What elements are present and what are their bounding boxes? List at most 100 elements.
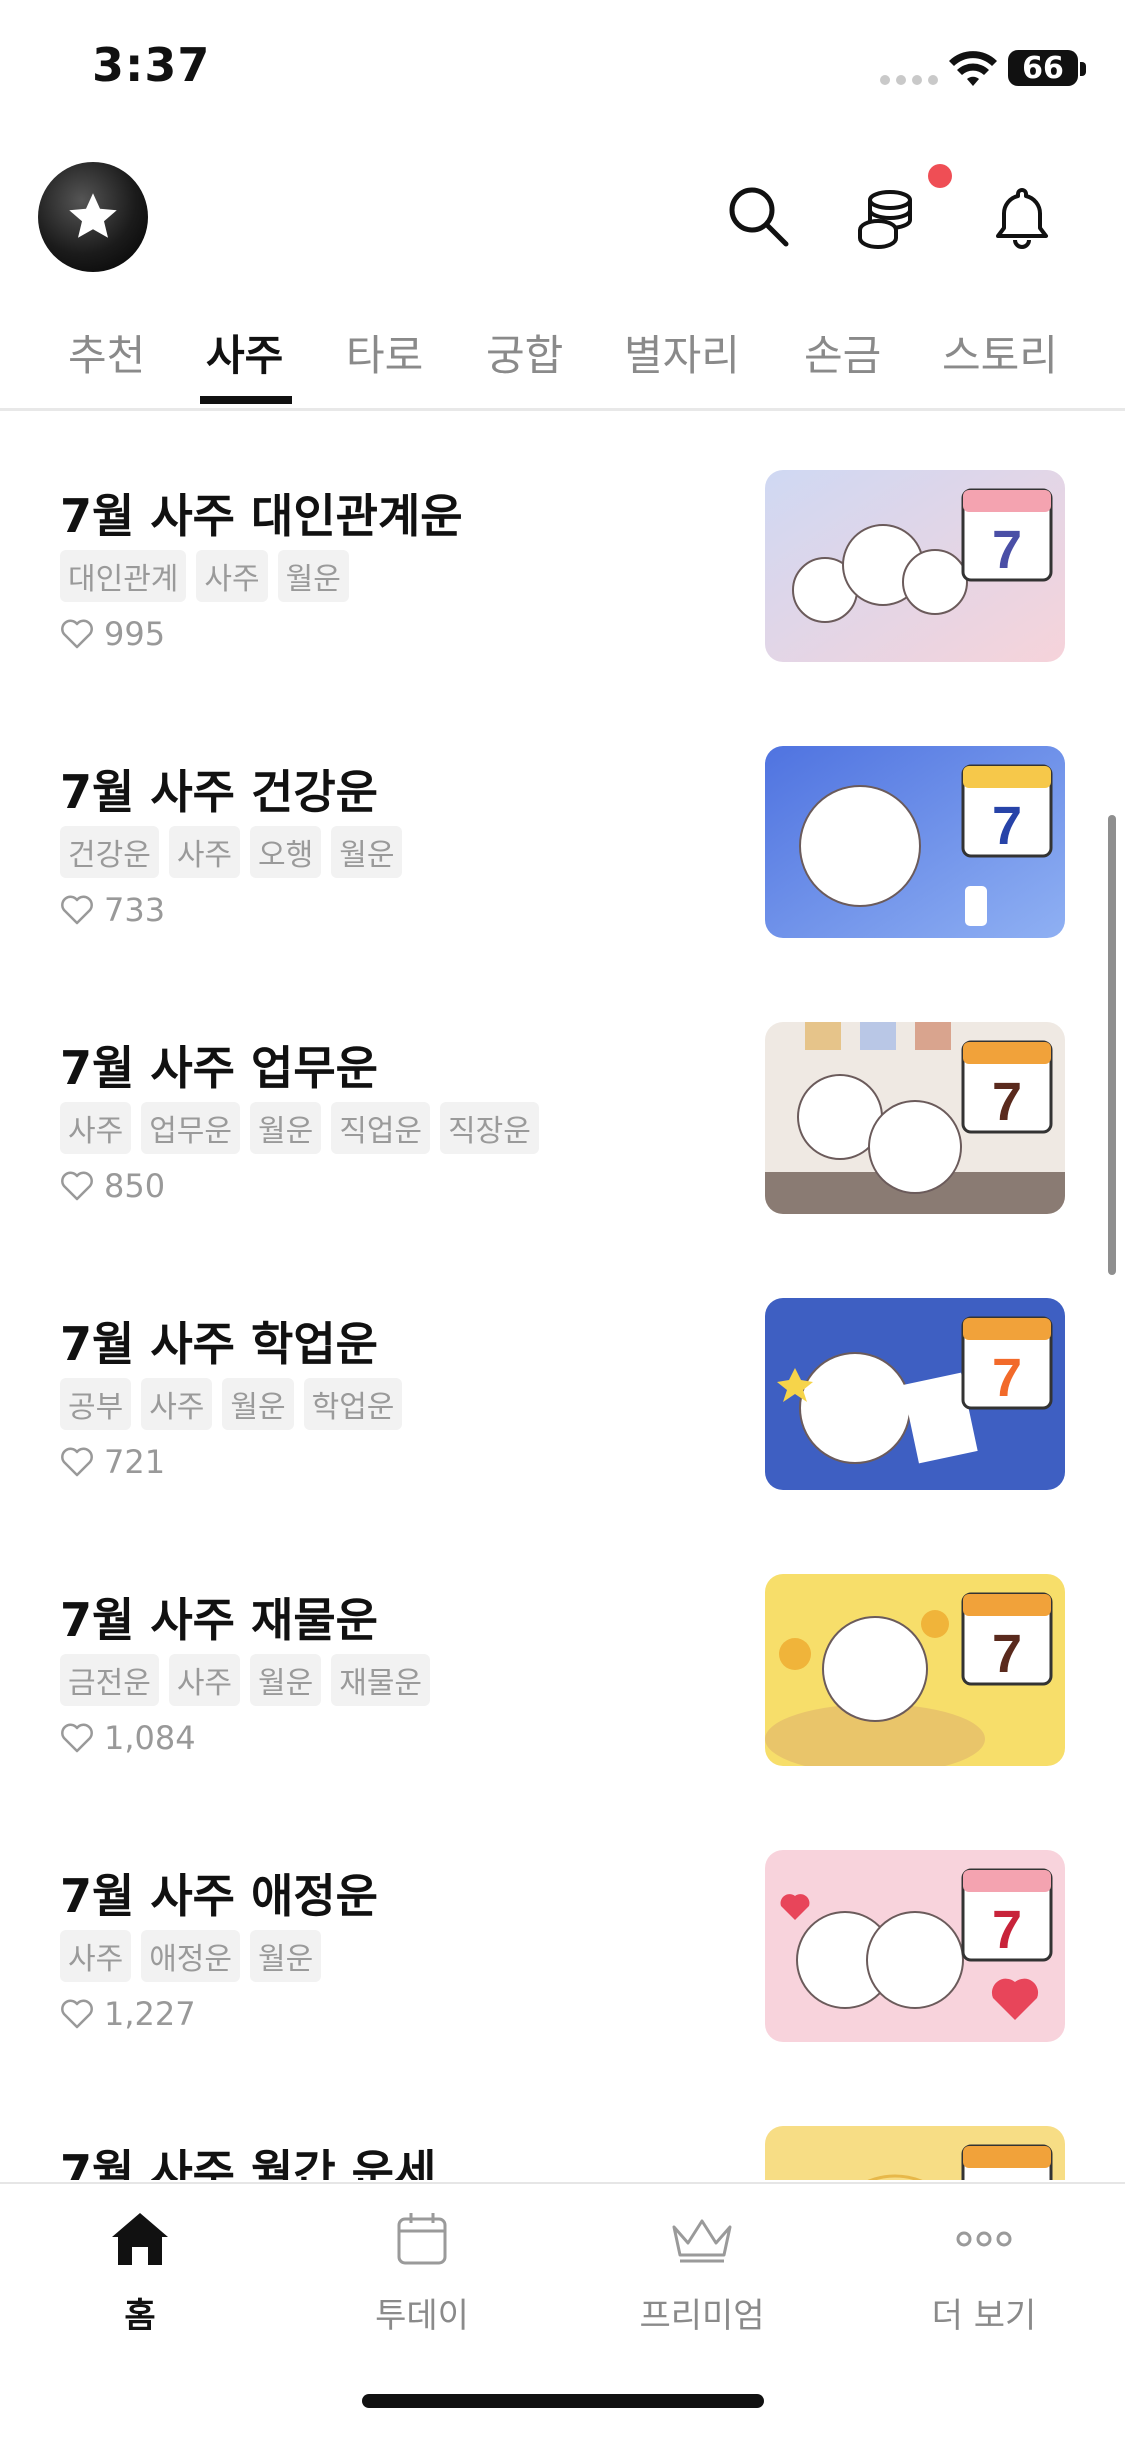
list-item[interactable]: 7월 사주 학업운 공부 사주 월운 학업운 721 7 [0, 1238, 1125, 1514]
active-tab-indicator [200, 396, 292, 404]
item-title: 7월 사주 월간 운세 [60, 2145, 437, 2180]
tag: 사주 [60, 1930, 132, 1982]
tag: 월운 [250, 1102, 322, 1154]
tag: 월운 [250, 1654, 322, 1706]
tag: 건강운 [60, 826, 159, 878]
calendar-icon [322, 2204, 522, 2274]
heart-icon [61, 1171, 93, 1201]
item-tags: 금전운 사주 월운 재물운 [60, 1654, 431, 1706]
item-tags: 사주 애정운 월운 [60, 1930, 322, 1982]
calendar-badge: 7 [992, 520, 1022, 580]
tag: 공부 [60, 1378, 132, 1430]
like-count-value: 733 [104, 891, 166, 929]
list-item[interactable]: 7월 사주 월간 운세 [0, 2066, 1125, 2180]
tag: 대인관계 [60, 550, 187, 602]
tab-palmistry[interactable]: 손금 [804, 322, 881, 383]
calendar-badge: 7 [992, 1348, 1022, 1408]
nav-label: 더 보기 [931, 2296, 1037, 2336]
tag: 사주 [60, 1102, 132, 1154]
star-badge-icon[interactable] [38, 162, 148, 272]
calendar-badge: 7 [992, 1900, 1022, 1960]
search-icon[interactable] [720, 178, 796, 254]
tag: 월운 [250, 1930, 322, 1982]
item-tags: 대인관계 사주 월운 [60, 550, 349, 602]
calendar-badge: 7 [992, 1072, 1022, 1132]
nav-premium[interactable]: 프리미엄 [602, 2204, 802, 2337]
like-count: 995 [60, 615, 165, 653]
heart-icon [61, 1447, 93, 1477]
tag: 사주 [168, 826, 241, 878]
tag: 오행 [250, 826, 322, 878]
nav-label: 투데이 [375, 2296, 469, 2336]
list-item[interactable]: 7월 사주 건강운 건강운 사주 오행 월운 733 7 [0, 686, 1125, 962]
list-item[interactable]: 7월 사주 대인관계운 대인관계 사주 월운 995 7 [0, 410, 1125, 686]
home-indicator [362, 2394, 764, 2408]
item-tags: 건강운 사주 오행 월운 [60, 826, 403, 878]
nav-label: 홈 [124, 2296, 156, 2336]
list-item[interactable]: 7월 사주 업무운 사주 업무운 월운 직업운 직장운 850 7 [0, 962, 1125, 1238]
thumbnail-love: 7 [765, 1850, 1065, 2042]
tab-compatibility[interactable]: 궁합 [486, 322, 563, 383]
like-count: 1,084 [60, 1719, 196, 1757]
item-title: 7월 사주 대인관계운 [60, 489, 463, 543]
list-item[interactable]: 7월 사주 재물운 금전운 사주 월운 재물운 1,084 7 [0, 1514, 1125, 1790]
calendar-badge: 7 [992, 796, 1022, 856]
like-count: 850 [60, 1167, 165, 1205]
heart-icon [61, 895, 93, 925]
like-count-value: 850 [104, 1167, 166, 1205]
nav-more[interactable]: 더 보기 [884, 2204, 1084, 2337]
tag: 직업운 [331, 1102, 431, 1154]
tag: 월운 [331, 826, 403, 878]
bell-icon[interactable] [984, 178, 1060, 254]
item-tags: 공부 사주 월운 학업운 [60, 1378, 403, 1430]
tag: 월운 [277, 550, 349, 602]
status-time: 3:37 [92, 38, 211, 92]
nav-today[interactable]: 투데이 [322, 2204, 522, 2337]
item-tags: 사주 업무운 월운 직업운 직장운 [60, 1102, 539, 1154]
thumbnail-health: 7 [765, 746, 1065, 938]
thumbnail-work: 7 [765, 1022, 1065, 1214]
wifi-icon [948, 50, 998, 90]
notification-dot [928, 164, 952, 188]
more-dots-icon [884, 2204, 1084, 2274]
tab-tarot[interactable]: 타로 [346, 322, 423, 383]
thumbnail-relationships: 7 [765, 470, 1065, 662]
like-count-value: 1,084 [104, 1719, 196, 1757]
nav-home[interactable]: 홈 [40, 2204, 240, 2337]
tag: 금전운 [60, 1654, 159, 1706]
item-title: 7월 사주 업무운 [60, 1041, 378, 1095]
like-count: 733 [60, 891, 165, 929]
tab-saju[interactable]: 사주 [206, 322, 283, 383]
item-title: 7월 사주 학업운 [60, 1317, 378, 1371]
tag: 재물운 [331, 1654, 431, 1706]
tag: 사주 [168, 1654, 241, 1706]
tag: 직장운 [440, 1102, 539, 1154]
tab-zodiac[interactable]: 별자리 [624, 322, 740, 383]
tab-recommend[interactable]: 추천 [68, 322, 145, 383]
thumbnail-study: 7 [765, 1298, 1065, 1490]
tag: 사주 [196, 550, 268, 602]
tag: 사주 [141, 1378, 213, 1430]
nav-label: 프리미엄 [639, 2296, 765, 2336]
cellular-signal-icon [880, 75, 938, 85]
coin-stack-icon[interactable] [852, 178, 928, 254]
like-count-value: 995 [104, 615, 166, 653]
tab-story[interactable]: 스토리 [942, 322, 1058, 383]
tag: 업무운 [141, 1102, 241, 1154]
list-item[interactable]: 7월 사주 애정운 사주 애정운 월운 1,227 7 [0, 1790, 1125, 2066]
tag: 학업운 [303, 1378, 403, 1430]
home-icon [40, 2204, 240, 2274]
item-title: 7월 사주 건강운 [60, 765, 378, 819]
heart-icon [61, 1999, 93, 2029]
like-count-value: 721 [104, 1443, 166, 1481]
calendar-badge: 7 [992, 1624, 1022, 1684]
crown-icon [602, 2204, 802, 2274]
item-title: 7월 사주 애정운 [60, 1869, 378, 1923]
category-tabs: 추천 사주 타로 궁합 별자리 손금 스토리 [0, 300, 1125, 411]
like-count: 1,227 [60, 1995, 196, 2033]
heart-icon [61, 1723, 93, 1753]
app-header [0, 150, 1125, 280]
scrollbar[interactable] [1108, 815, 1116, 1275]
tag: 애정운 [141, 1930, 241, 1982]
item-title: 7월 사주 재물운 [60, 1593, 378, 1647]
